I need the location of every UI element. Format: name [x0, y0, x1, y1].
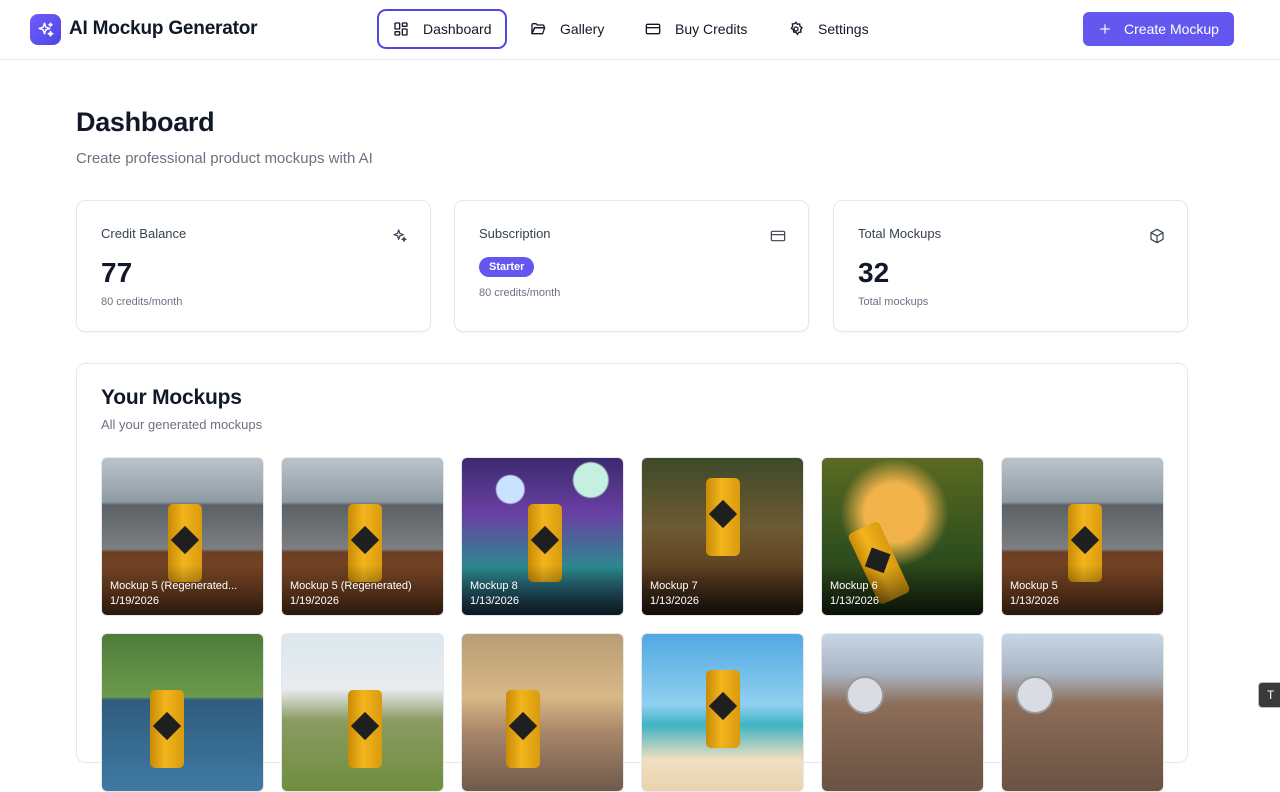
nav-dashboard[interactable]: Dashboard — [377, 9, 507, 49]
total-mockups-card: Total Mockups 32 Total mockups — [833, 200, 1188, 332]
product-can-image — [348, 690, 382, 768]
mockup-card[interactable]: Mockup 8 1/13/2026 — [461, 457, 624, 616]
mockup-name: Mockup 5 (Regenerated) — [290, 580, 412, 592]
mockup-name: Mockup 5 (Regenerated... — [110, 580, 238, 592]
nav-dashboard-label: Dashboard — [423, 21, 492, 37]
nav-gallery[interactable]: Gallery — [530, 9, 604, 49]
mockup-name: Mockup 7 — [650, 580, 698, 592]
package-icon — [1150, 228, 1164, 244]
folder-icon — [531, 23, 546, 35]
mockup-date: 1/13/2026 — [830, 595, 879, 607]
product-jar-image — [846, 676, 884, 714]
floating-helper-tab[interactable]: T — [1258, 682, 1280, 708]
subscription-sub: 80 credits/month — [479, 287, 561, 299]
mockups-panel: Your Mockups All your generated mockups … — [76, 363, 1188, 792]
product-can-image — [506, 690, 540, 768]
mockup-card[interactable] — [821, 633, 984, 792]
mockup-card[interactable] — [281, 633, 444, 792]
product-can-image — [706, 478, 740, 556]
credit-balance-label: Credit Balance — [101, 226, 187, 241]
credit-balance-sub: 80 credits/month — [101, 296, 183, 308]
plus-icon — [1100, 24, 1110, 34]
subscription-badge: Starter — [479, 257, 535, 277]
mockup-date: 1/13/2026 — [470, 595, 519, 607]
mockup-name: Mockup 5 — [1010, 580, 1058, 592]
total-mockups-label: Total Mockups — [858, 226, 942, 241]
subscription-label: Subscription — [479, 226, 551, 241]
total-mockups-sub: Total mockups — [858, 296, 929, 308]
gear-icon — [790, 21, 803, 36]
mockup-name: Mockup 6 — [830, 580, 878, 592]
mockup-card[interactable] — [1001, 633, 1164, 792]
mockup-card[interactable] — [641, 633, 804, 792]
mockup-card[interactable]: Mockup 5 (Regenerated) 1/19/2026 — [281, 457, 444, 616]
nav-settings-label: Settings — [818, 21, 869, 37]
mockup-date: 1/19/2026 — [290, 595, 339, 607]
subscription-card: Subscription Starter 80 credits/month — [454, 200, 809, 332]
mockup-card[interactable] — [101, 633, 264, 792]
product-can-image — [150, 690, 184, 768]
credit-card-icon — [770, 230, 786, 242]
create-mockup-label: Create Mockup — [1124, 21, 1219, 37]
top-header: AI Mockup Generator Dashboard Gallery Bu… — [0, 0, 1280, 60]
app-title: AI Mockup Generator — [69, 18, 258, 39]
nav-buy-credits[interactable]: Buy Credits — [645, 9, 747, 49]
app-logo[interactable] — [30, 14, 61, 45]
product-can-image — [706, 670, 740, 748]
page-title: Dashboard — [76, 107, 215, 137]
product-jar-image — [1016, 676, 1054, 714]
mockups-title: Your Mockups — [101, 386, 242, 409]
mockup-card[interactable]: Mockup 5 1/13/2026 — [1001, 457, 1164, 616]
credit-balance-value: 77 — [101, 257, 133, 288]
nav-settings[interactable]: Settings — [788, 9, 869, 49]
mockup-date: 1/19/2026 — [110, 595, 159, 607]
mockup-card[interactable]: Mockup 7 1/13/2026 — [641, 457, 804, 616]
credit-balance-card: Credit Balance 77 80 credits/month — [76, 200, 431, 332]
mockup-card[interactable] — [461, 633, 624, 792]
mockup-card[interactable]: Mockup 6 1/13/2026 — [821, 457, 984, 616]
nav-buy-credits-label: Buy Credits — [675, 21, 748, 37]
page-subtitle: Create professional product mockups with… — [76, 150, 373, 167]
sparkles-icon — [393, 229, 407, 242]
total-mockups-value: 32 — [858, 257, 890, 288]
nav-gallery-label: Gallery — [560, 21, 605, 37]
credit-card-icon — [645, 23, 661, 35]
mockup-name: Mockup 8 — [470, 580, 518, 592]
mockup-card[interactable]: Mockup 5 (Regenerated... 1/19/2026 — [101, 457, 264, 616]
create-mockup-button[interactable]: Create Mockup — [1083, 12, 1234, 46]
grid-icon — [394, 22, 408, 36]
mockups-subtitle: All your generated mockups — [101, 417, 263, 432]
mockup-date: 1/13/2026 — [1010, 595, 1059, 607]
sparkles-icon — [38, 22, 53, 37]
mockup-date: 1/13/2026 — [650, 595, 699, 607]
